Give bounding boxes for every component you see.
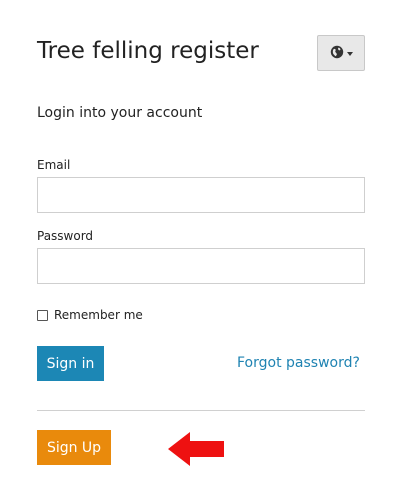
password-label: Password: [37, 229, 94, 243]
remember-me-checkbox[interactable]: [37, 309, 48, 321]
language-dropdown-button[interactable]: [317, 35, 365, 71]
chevron-down-icon: [346, 52, 353, 56]
email-label: Email: [37, 158, 71, 172]
remember-me-row: Remember me: [37, 307, 143, 323]
password-field[interactable]: [37, 248, 365, 284]
sign-in-button[interactable]: Sign in: [37, 346, 104, 381]
divider: [37, 410, 365, 411]
left-arrow-icon: [168, 431, 224, 467]
remember-me-label[interactable]: Remember me: [54, 307, 143, 323]
page-subtitle: Login into your account: [37, 105, 203, 121]
forgot-password-link[interactable]: Forgot password?: [237, 354, 360, 372]
page-title: Tree felling register: [37, 38, 259, 64]
email-field[interactable]: [37, 177, 365, 213]
sign-up-button[interactable]: Sign Up: [37, 430, 111, 465]
globe-icon: [330, 44, 344, 63]
